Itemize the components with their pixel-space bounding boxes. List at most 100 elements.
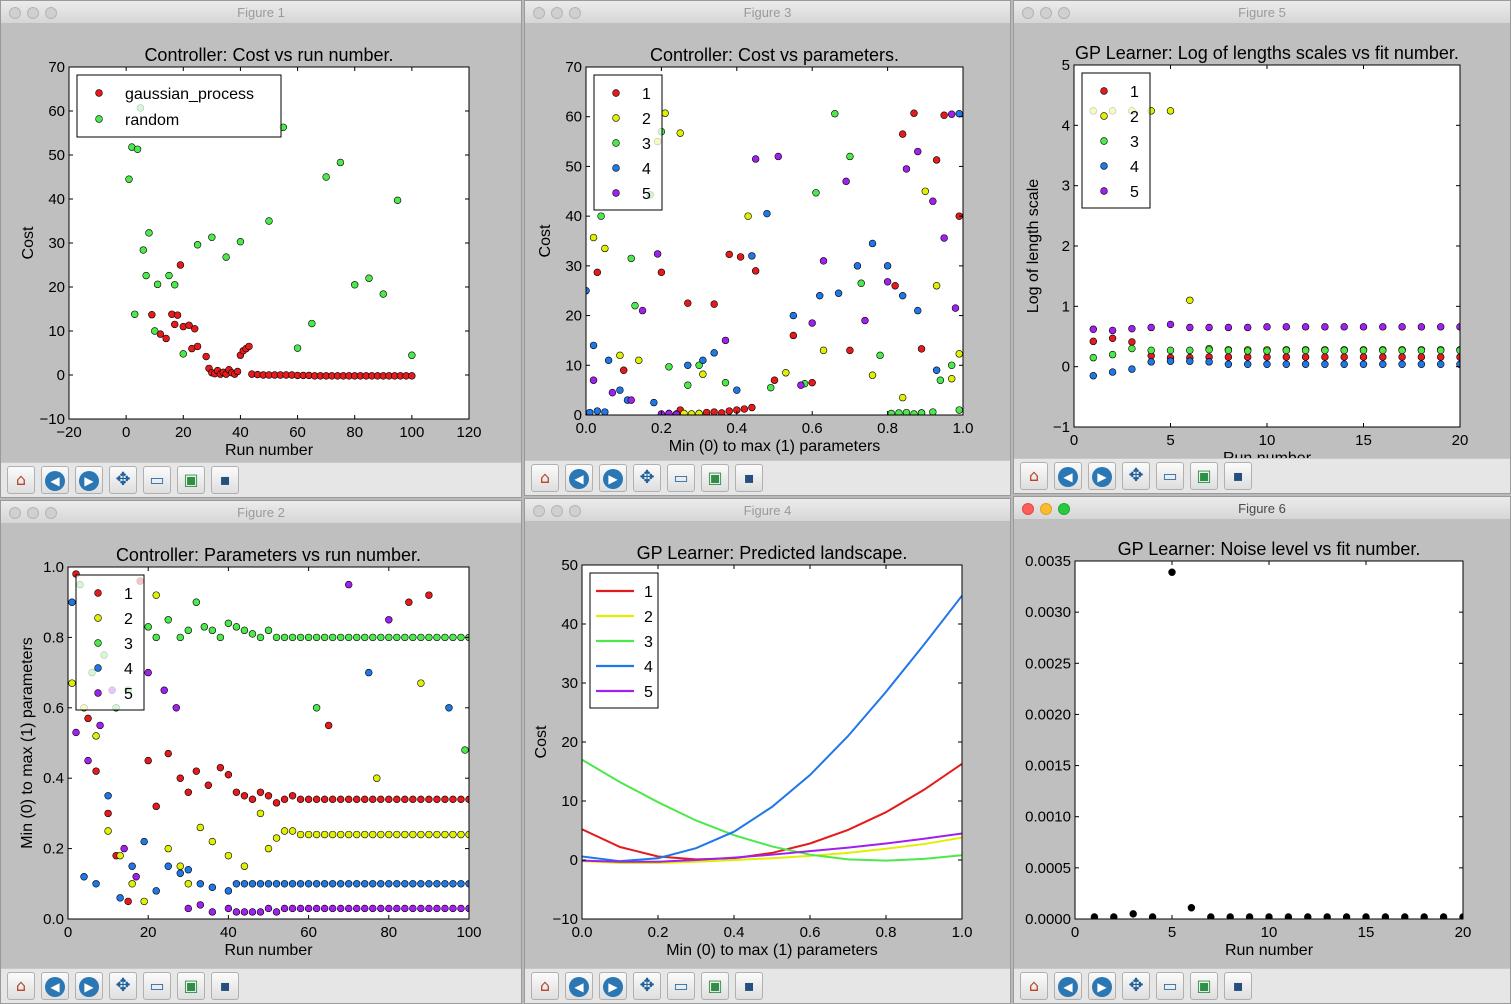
data-point xyxy=(288,633,297,642)
pan-button[interactable]: ✥ xyxy=(633,972,661,1000)
window-titlebar[interactable]: Figure 1 xyxy=(1,1,521,24)
data-point xyxy=(409,904,417,913)
data-point xyxy=(248,630,257,638)
pan-icon: ✥ xyxy=(115,975,131,996)
data-point xyxy=(131,310,139,318)
data-point xyxy=(184,866,193,874)
forward-button[interactable]: ▶ xyxy=(1088,462,1116,490)
data-point xyxy=(324,721,333,730)
data-point xyxy=(433,904,441,913)
data-point xyxy=(653,250,662,258)
back-button[interactable]: ◀ xyxy=(1054,462,1082,490)
home-button[interactable]: ⌂ xyxy=(7,466,35,494)
data-point xyxy=(940,111,948,119)
data-point xyxy=(84,756,92,765)
figure-canvas[interactable]: −20 0 20 40 60 80 100 120 −10 0 10 20 30 40 50 60 70 Cont… xyxy=(1,23,521,465)
figure-canvas[interactable]: 0.0 0.2 0.4 0.6 0.8 1.0 −10 0 10 20 30 40 50 GP Learn… xyxy=(525,521,1010,969)
back-button[interactable]: ◀ xyxy=(1054,972,1082,1000)
back-button[interactable]: ◀ xyxy=(565,464,593,492)
data-point xyxy=(393,196,402,205)
data-point xyxy=(819,257,828,265)
figure-canvas[interactable]: 0 5 10 15 20 −1 0 1 2 3 4 5 GP Learner: Log of lengt… xyxy=(1014,23,1510,459)
data-point xyxy=(72,728,80,737)
configure-subplots-button[interactable]: ▣ xyxy=(1190,972,1218,1000)
window-titlebar[interactable]: Figure 5 xyxy=(1014,1,1510,24)
home-button[interactable]: ⌂ xyxy=(1020,972,1048,1000)
data-point xyxy=(272,633,281,642)
configure-subplots-button[interactable]: ▣ xyxy=(177,972,205,1000)
zoom-rect-button[interactable]: ▭ xyxy=(143,972,171,1000)
legend-label: 4 xyxy=(642,161,651,178)
zoom-rect-button[interactable]: ▭ xyxy=(1156,972,1184,1000)
back-button[interactable]: ◀ xyxy=(41,466,69,494)
data-point xyxy=(385,830,393,839)
back-button[interactable]: ◀ xyxy=(565,972,593,1000)
data-point xyxy=(401,633,409,642)
figure-canvas[interactable]: 0 20 40 60 80 100 0.0 0.2 0.4 0.6 0.8 1.0 Controller… xyxy=(1,523,521,969)
data-point xyxy=(425,904,433,913)
zoom-rect-button[interactable]: ▭ xyxy=(667,464,695,492)
pan-button[interactable]: ✥ xyxy=(633,464,661,492)
zoom-rect-button[interactable]: ▭ xyxy=(143,466,171,494)
data-point xyxy=(288,880,297,888)
x-tick-label: 0 xyxy=(1070,432,1078,449)
legend-label: 5 xyxy=(1130,184,1139,201)
home-button[interactable]: ⌂ xyxy=(7,972,35,1000)
save-figure-button[interactable]: ▪ xyxy=(735,464,763,492)
data-point xyxy=(955,110,963,118)
y-tick-label: −10 xyxy=(553,911,578,928)
home-button[interactable]: ⌂ xyxy=(1020,462,1048,490)
data-point xyxy=(173,311,182,319)
data-point xyxy=(144,623,152,631)
zoom-rect-button[interactable]: ▭ xyxy=(667,972,695,1000)
data-point xyxy=(657,268,666,277)
forward-button[interactable]: ▶ xyxy=(75,972,103,1000)
legend-label: 4 xyxy=(644,659,653,676)
zoom-rect-button[interactable]: ▭ xyxy=(1156,462,1184,490)
pan-button[interactable]: ✥ xyxy=(109,972,137,1000)
forward-button[interactable]: ▶ xyxy=(599,972,627,1000)
window-titlebar[interactable]: Figure 6 xyxy=(1014,497,1510,520)
data-point xyxy=(1089,325,1098,333)
data-point xyxy=(789,311,798,320)
figure-canvas[interactable]: 0.0 0.2 0.4 0.6 0.8 1.0 0 10 20 30 40 50 60 70 Control… xyxy=(525,23,1010,461)
data-point xyxy=(151,327,159,335)
data-point xyxy=(176,774,184,782)
window-titlebar[interactable]: Figure 4 xyxy=(525,499,1010,522)
configure-subplots-button[interactable]: ▣ xyxy=(177,466,205,494)
data-point xyxy=(196,901,205,909)
window-titlebar[interactable]: Figure 2 xyxy=(1,501,521,524)
window-title: Figure 6 xyxy=(1238,501,1286,516)
home-button[interactable]: ⌂ xyxy=(531,972,559,1000)
configure-subplots-button[interactable]: ▣ xyxy=(701,972,729,1000)
save-figure-button[interactable]: ▪ xyxy=(1224,972,1252,1000)
save-figure-button[interactable]: ▪ xyxy=(1224,462,1252,490)
x-tick-label: 80 xyxy=(346,424,363,441)
data-point xyxy=(425,830,433,839)
window-titlebar[interactable]: Figure 3 xyxy=(525,1,1010,24)
pan-icon: ✥ xyxy=(1128,465,1144,486)
legend-label: 3 xyxy=(644,634,653,651)
data-point xyxy=(377,904,385,913)
back-button[interactable]: ◀ xyxy=(41,972,69,1000)
data-point xyxy=(385,880,393,888)
pan-button[interactable]: ✥ xyxy=(1122,972,1150,1000)
data-point xyxy=(417,633,425,642)
home-button[interactable]: ⌂ xyxy=(531,464,559,492)
save-figure-button[interactable]: ▪ xyxy=(211,466,239,494)
forward-button[interactable]: ▶ xyxy=(599,464,627,492)
data-point xyxy=(224,619,233,628)
save-figure-button[interactable]: ▪ xyxy=(735,972,763,1000)
pan-button[interactable]: ✥ xyxy=(109,466,137,494)
configure-subplots-button[interactable]: ▣ xyxy=(1190,462,1218,490)
figure-canvas[interactable]: 0 5 10 15 20 0.0000 0.0005 0.0010 0.0015 0.0020 0.… xyxy=(1014,519,1510,969)
data-point xyxy=(1147,323,1155,332)
legend-box xyxy=(593,74,663,211)
y-tick-label: 0.6 xyxy=(43,700,64,717)
save-figure-button[interactable]: ▪ xyxy=(211,972,239,1000)
forward-button[interactable]: ▶ xyxy=(75,466,103,494)
forward-button[interactable]: ▶ xyxy=(1088,972,1116,1000)
configure-subplots-button[interactable]: ▣ xyxy=(701,464,729,492)
pan-button[interactable]: ✥ xyxy=(1122,462,1150,490)
data-point xyxy=(449,904,457,913)
